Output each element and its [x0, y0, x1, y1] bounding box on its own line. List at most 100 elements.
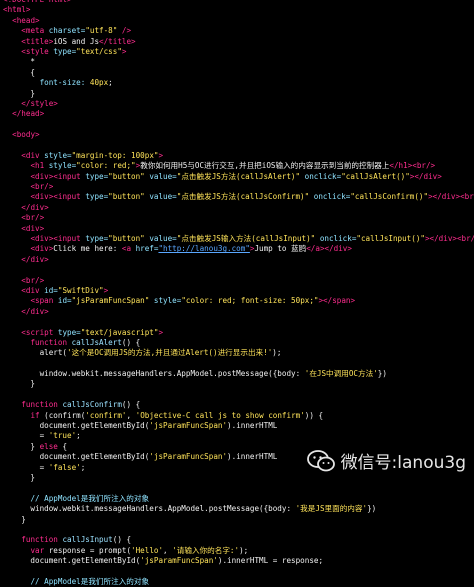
watermark: 微信号:lanou3g [306, 448, 466, 473]
code-token: 教你如何用H5与OC进行交互,并且把iOS输入的内容显示到当前的控制器上 [140, 161, 390, 171]
code-line: <h1 style="color: red;">教你如何用H5与OC进行交互,并… [3, 161, 474, 171]
code-token: <html> [3, 5, 31, 15]
code-token: href= [135, 244, 159, 254]
code-line: </div> [3, 203, 474, 213]
code-line: <title>iOS and Js</title> [3, 37, 474, 47]
code-token: 'jsParamFuncSpan' [149, 421, 228, 431]
code-token: } [3, 379, 36, 389]
code-token: "SwiftDiv" [57, 285, 104, 295]
code-token: <title> [21, 36, 54, 46]
code-token: <head> [12, 15, 40, 25]
code-token: callJsAlert [71, 337, 122, 347]
code-token: 'true' [48, 431, 77, 441]
code-token: "callJsConfirm()" [350, 192, 429, 202]
code-token: > [158, 327, 164, 337]
code-token: var [30, 545, 49, 555]
code-line: <style type="text/css"> [3, 47, 474, 57]
code-token: if [30, 410, 45, 420]
code-token: value= [149, 171, 177, 181]
code-token: ).innerHTML [227, 421, 278, 431]
code-token: } [3, 472, 36, 482]
code-token: </div> [21, 306, 49, 316]
code-token: ></div><br/> [428, 192, 474, 202]
code-token: </div> [21, 254, 49, 264]
code-token: <h1 [30, 161, 49, 171]
code-token: { [3, 67, 36, 77]
code-token: type= [85, 192, 109, 202]
code-token: "text/javascript" [80, 327, 159, 337]
code-line: <br/> [3, 182, 474, 192]
code-line: // AppModel是我们所注入的对象 [3, 494, 474, 504]
code-token: <br/> [21, 213, 45, 223]
code-token: }) [367, 504, 377, 514]
code-token: } [3, 88, 36, 98]
code-token: * [3, 57, 36, 67]
code-token: () { [112, 535, 132, 545]
code-token: "button" [108, 192, 150, 202]
code-token: 'jsParamFuncSpan' [140, 556, 218, 566]
code-token: "http://lanou3g.com" [158, 244, 250, 254]
code-token: 'false' [48, 462, 81, 472]
code-token: <body> [12, 130, 40, 140]
wechat-icon [306, 449, 335, 471]
code-line: // AppModel是我们所注入的对象 [3, 577, 474, 587]
code-line: * [3, 57, 474, 67]
code-token: ></div><br/> [424, 233, 474, 243]
code-line: </div> [3, 255, 474, 265]
code-token: > [121, 46, 127, 56]
code-token: <div> [21, 223, 45, 233]
code-line: window.webkit.messageHandlers.AppModel.p… [3, 504, 474, 514]
code-token: onclick= [313, 192, 351, 202]
code-token: () { [121, 337, 141, 347]
code-token: </head> [12, 109, 45, 119]
code-token: function [21, 535, 63, 545]
code-line: <meta charset="utf-8" /> [3, 26, 474, 36]
code-line: </head> [3, 109, 474, 119]
watermark-label: 微信号:lanou3g [340, 453, 466, 473]
code-token: "点击触发JS方法(callJsAlert)" [176, 171, 305, 181]
code-line: <div>Click me here: <a href="http://lano… [3, 244, 474, 254]
code-token: Jump to 蓝鸥 [254, 244, 307, 254]
code-token: alert( [3, 348, 68, 358]
code-token: <a [121, 244, 136, 254]
code-token: } [3, 514, 26, 524]
code-token: // AppModel是我们所注入的对象 [30, 493, 150, 503]
code-token: "jsParamFuncSpan" [71, 296, 154, 306]
code-token: > [103, 285, 109, 295]
code-token: style= [48, 161, 77, 171]
code-editor[interactable]: <!DOCTYPE html><html> <head> <meta chars… [3, 0, 474, 587]
code-token: document.getElementById( [3, 452, 150, 462]
code-line: = 'true'; [3, 431, 474, 441]
code-line: var response = prompt('Hello', '请输入你的名字:… [3, 546, 474, 556]
code-line: if (confirm('confirm', 'Objective-C call… [3, 411, 474, 421]
code-token: type= [85, 171, 109, 181]
code-token: "margin-top: 100px" [71, 150, 159, 160]
code-token: type= [85, 233, 109, 243]
code-token: '这个是OC调用JS的方法,并且通过Alert()进行显示出来!' [67, 348, 273, 358]
code-token: "点击触发JS输入方法(callJsInput)" [176, 233, 320, 243]
code-token: '在JS中调用OC方法' [304, 369, 378, 379]
code-token: <span [30, 296, 58, 306]
code-token: onclick= [304, 171, 342, 181]
code-token: > [158, 150, 164, 160]
code-token: { [62, 441, 68, 451]
code-line: font-size: 40px; [3, 78, 474, 88]
code-token: '请输入你的名字:' [172, 545, 240, 555]
